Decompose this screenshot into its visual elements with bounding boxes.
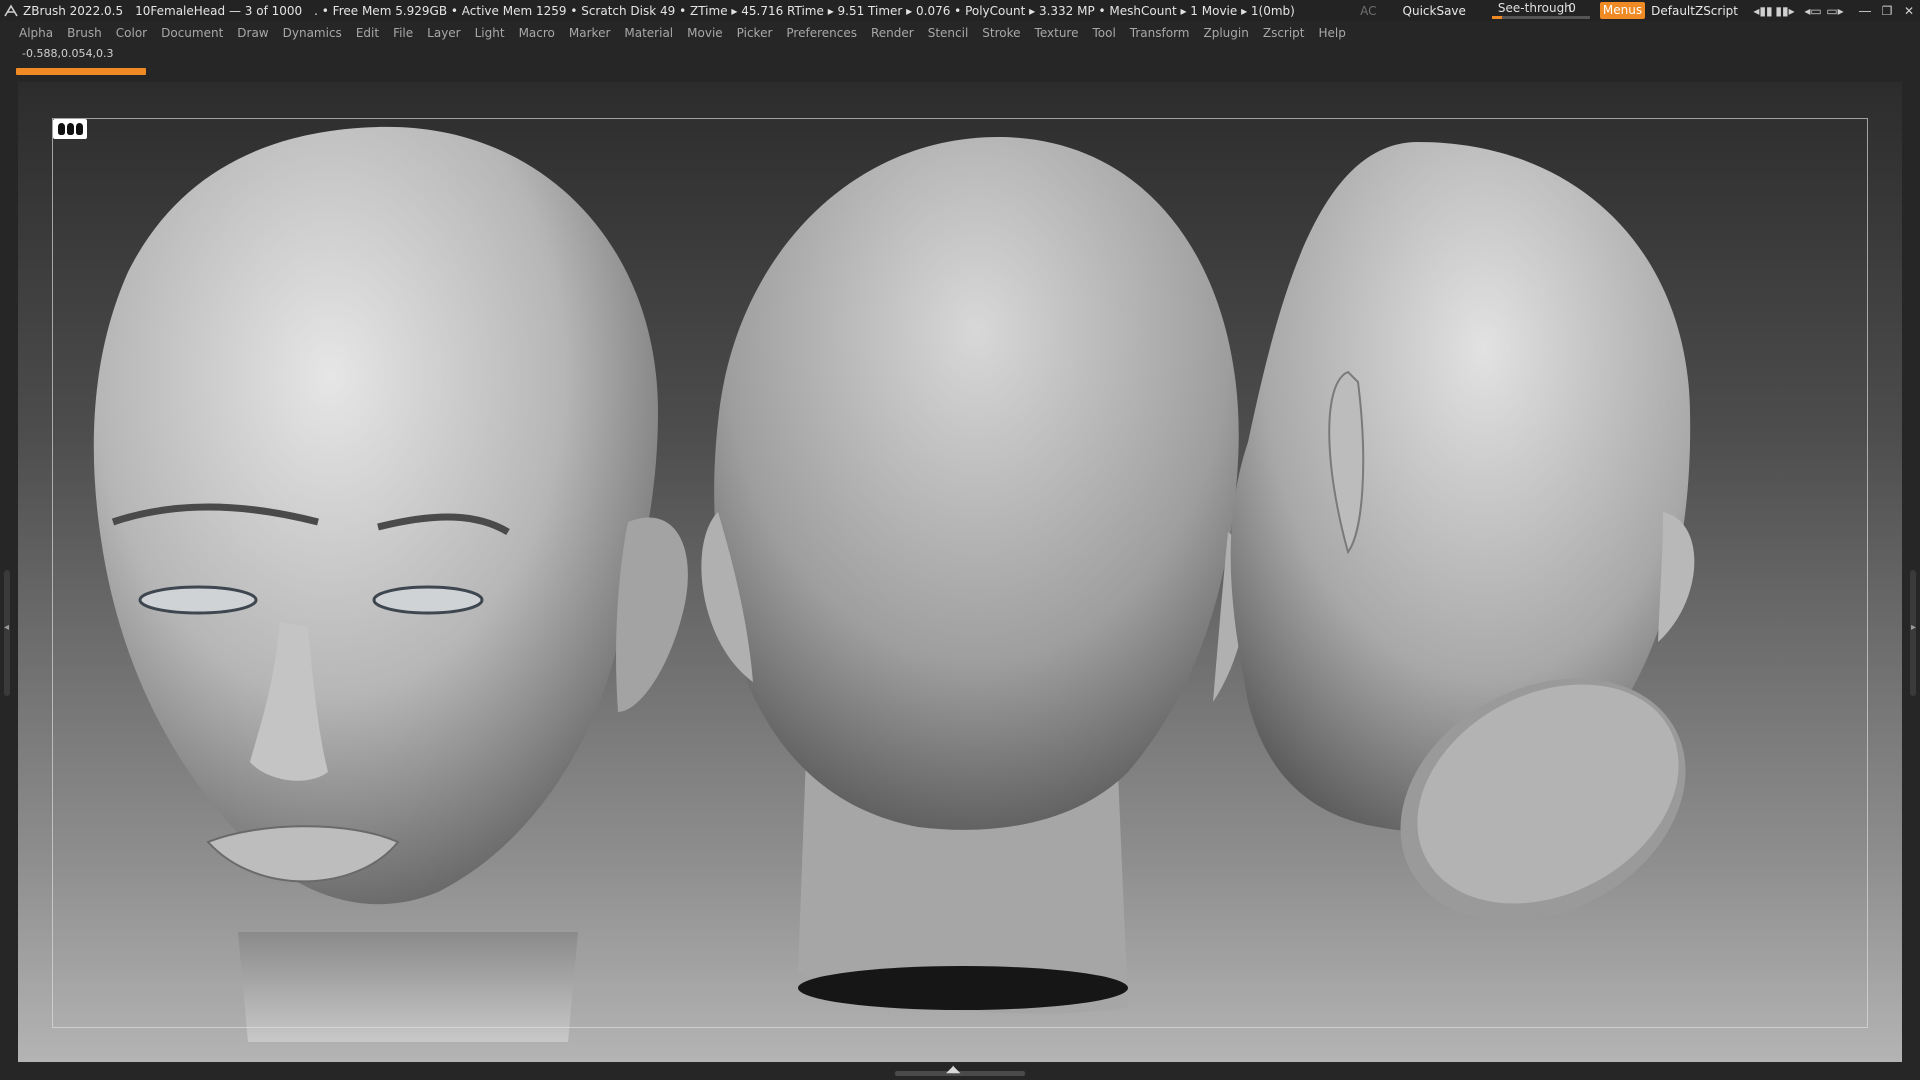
menu-item-draw[interactable]: Draw [230,22,275,44]
menu-item-light[interactable]: Light [468,22,512,44]
layout-icon[interactable]: ◂▭ [1802,0,1824,21]
menu-item-stroke[interactable]: Stroke [975,22,1027,44]
left-tray-arrow-icon[interactable]: ◂ [4,622,9,633]
default-zscript-button[interactable]: DefaultZScript [1651,4,1738,18]
menu-item-transform[interactable]: Transform [1123,22,1197,44]
head-front-view [93,126,688,1042]
ui-wide-icon[interactable]: ▮▮▸ [1774,0,1796,21]
menu-item-zplugin[interactable]: Zplugin [1197,22,1256,44]
menu-item-zscript[interactable]: Zscript [1256,22,1312,44]
menu-item-picker[interactable]: Picker [730,22,780,44]
zbrush-logo-icon [3,3,19,19]
see-through-track [1491,16,1590,19]
menus-toggle-button[interactable]: Menus [1599,2,1646,19]
progress-bar [16,68,146,75]
bottom-tray-arrow-icon[interactable]: ◢◣ [946,1064,960,1075]
head-bottom-view [1230,142,1695,922]
head-back-view [701,137,1248,1014]
multi-view-icon[interactable] [53,119,87,139]
quicksave-button[interactable]: QuickSave [1403,4,1466,18]
menu-item-edit[interactable]: Edit [349,22,386,44]
menu-item-movie[interactable]: Movie [680,22,730,44]
menu-item-macro[interactable]: Macro [512,22,562,44]
left-tray: ◂ [0,82,18,1067]
ac-button[interactable]: AC [1360,4,1376,18]
menu-item-stencil[interactable]: Stencil [921,22,976,44]
right-tray-arrow-icon[interactable]: ▸ [1911,622,1916,633]
menu-item-tool[interactable]: Tool [1085,22,1122,44]
dock-icon[interactable]: ▭▸ [1824,0,1846,21]
bottom-tray-handle[interactable] [895,1071,1025,1076]
see-through-fill [1491,16,1502,19]
close-icon[interactable]: ✕ [1898,0,1920,21]
menu-item-preferences[interactable]: Preferences [779,22,864,44]
cursor-coordinates: -0.588,0.054,0.3 [22,47,114,60]
restore-icon[interactable]: ❐ [1876,0,1898,21]
menu-item-color[interactable]: Color [109,22,154,44]
see-through-value: 0 [1568,1,1576,15]
menu-item-layer[interactable]: Layer [420,22,467,44]
title-bar: ZBrush 2022.0.5 10FemaleHead — 3 of 1000… [0,0,1920,21]
menu-item-file[interactable]: File [386,22,420,44]
right-tray-handle[interactable] [1910,570,1916,696]
menu-item-material[interactable]: Material [617,22,680,44]
menu-item-render[interactable]: Render [864,22,921,44]
ui-narrow-icon[interactable]: ◂▮▮ [1752,0,1774,21]
see-through-label: See-through [1497,1,1572,15]
right-tray: ▸ [1902,82,1920,1067]
minimize-icon[interactable]: ― [1854,0,1876,21]
menu-item-brush[interactable]: Brush [60,22,109,44]
menu-item-marker[interactable]: Marker [562,22,617,44]
left-tray-handle[interactable] [4,570,10,696]
document-title: 10FemaleHead — 3 of 1000 [135,3,303,18]
main-menu-bar: Alpha Brush Color Document Draw Dynamics Edit F… [0,22,1920,44]
document-canvas[interactable] [18,82,1902,1062]
bottom-tray: ◢◣ [0,1062,1920,1080]
menu-item-document[interactable]: Document [154,22,230,44]
menu-item-alpha[interactable]: Alpha [12,22,60,44]
menu-item-help[interactable]: Help [1312,22,1353,44]
menu-item-texture[interactable]: Texture [1028,22,1086,44]
see-through-slider[interactable]: See-through 0 [1491,0,1590,21]
performance-stats: . • Free Mem 5.929GB • Active Mem 1259 •… [314,3,1295,18]
app-title: ZBrush 2022.0.5 [23,3,124,18]
menu-item-dynamics[interactable]: Dynamics [276,22,349,44]
